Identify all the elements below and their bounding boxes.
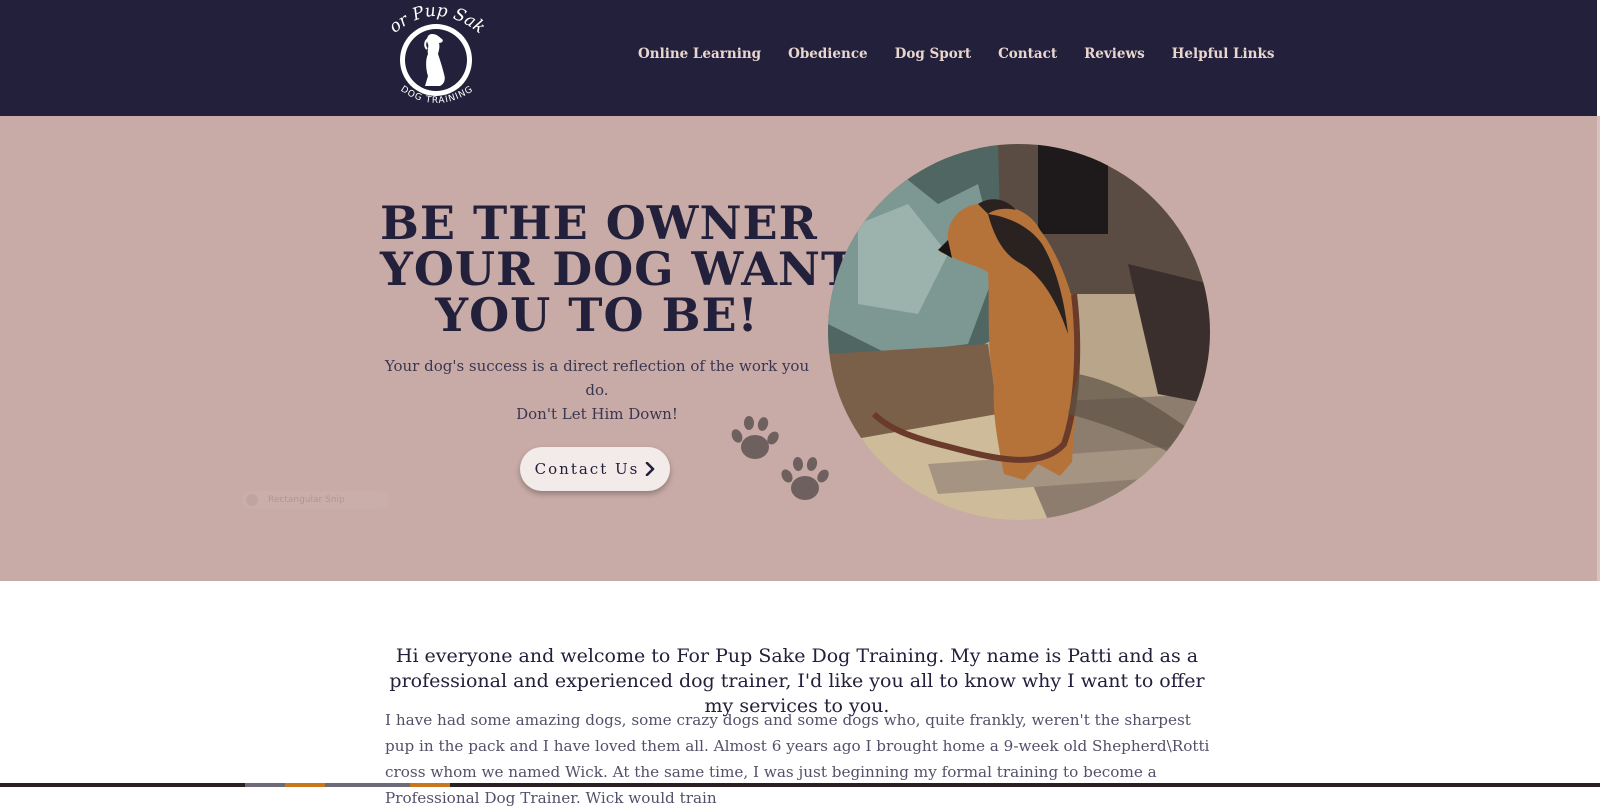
paw-prints-icon: [731, 416, 829, 500]
hero-headline: BE THE OWNER YOUR DOG WANTS YOU TO BE!: [380, 196, 891, 342]
headline-line-1: BE THE OWNER: [380, 196, 818, 250]
contact-us-label: Contact Us: [534, 460, 640, 478]
snip-icon: [246, 494, 258, 506]
nav-online-learning[interactable]: Online Learning: [638, 46, 761, 62]
taskbar-item-4[interactable]: [410, 783, 450, 787]
hero-subtext-line-1: Your dog's success is a direct reflectio…: [384, 357, 810, 399]
contact-us-button[interactable]: Contact Us: [520, 447, 670, 491]
taskbar-item-1[interactable]: [245, 783, 285, 787]
taskbar-item-3[interactable]: [325, 783, 410, 787]
nav-obedience[interactable]: Obedience: [788, 46, 868, 62]
nav-helpful-links[interactable]: Helpful Links: [1172, 46, 1275, 62]
taskbar-strip: [0, 783, 1600, 787]
welcome-body: I have had some amazing dogs, some crazy…: [385, 711, 1210, 807]
nav-reviews[interactable]: Reviews: [1084, 46, 1145, 62]
nav-contact[interactable]: Contact: [998, 46, 1057, 62]
dog-photo: [828, 144, 1210, 520]
dog-photo-image: [828, 144, 1210, 520]
chevron-right-icon: [646, 462, 655, 476]
headline-line-3: YOU TO BE!: [435, 288, 759, 342]
snip-label: Rectangular Snip: [268, 495, 345, 505]
hero-section: BE THE OWNER YOUR DOG WANTS YOU TO BE! Y…: [0, 116, 1597, 581]
site-header: For Pup Sake DOG TRAINING Online Learnin…: [0, 0, 1597, 116]
nav-dog-sport[interactable]: Dog Sport: [895, 46, 971, 62]
taskbar-item-2[interactable]: [285, 783, 325, 787]
brand-logo[interactable]: For Pup Sake DOG TRAINING: [376, 0, 490, 108]
dog-silhouette-logo-icon: For Pup Sake DOG TRAINING: [376, 0, 489, 106]
headline-line-2: YOUR DOG WANTS: [380, 242, 891, 296]
main-nav: Online Learning Obedience Dog Sport Cont…: [638, 46, 1301, 62]
rectangular-snip-overlay[interactable]: Rectangular Snip: [242, 491, 388, 509]
